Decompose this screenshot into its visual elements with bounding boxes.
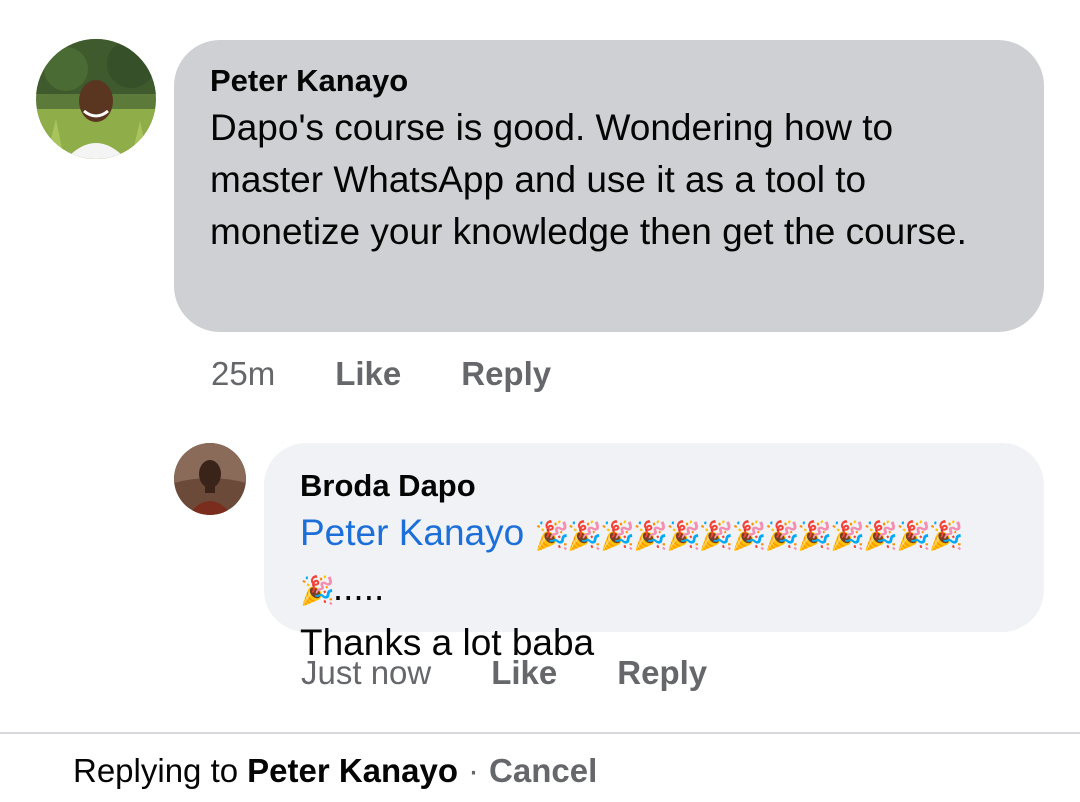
comment-actions: Just now Like Reply xyxy=(301,651,707,695)
separator-dot: · xyxy=(468,752,480,789)
profile-photo-icon xyxy=(36,39,156,159)
cancel-button[interactable]: Cancel xyxy=(489,752,597,790)
like-button[interactable]: Like xyxy=(491,654,557,692)
avatar-broda-dapo[interactable] xyxy=(174,443,246,515)
comment-bubble: Peter Kanayo Dapo's course is good. Wond… xyxy=(174,40,1044,332)
comment-actions: 25m Like Reply xyxy=(211,352,551,396)
comment-timestamp[interactable]: 25m xyxy=(211,355,275,393)
like-button[interactable]: Like xyxy=(335,355,401,393)
reply-bubble: Broda Dapo Peter Kanayo 🎉🎉🎉🎉🎉🎉🎉🎉🎉🎉🎉🎉🎉🎉..… xyxy=(264,443,1044,663)
comment-author[interactable]: Broda Dapo xyxy=(300,465,1008,507)
reply-button[interactable]: Reply xyxy=(461,355,551,393)
mention-link[interactable]: Peter Kanayo xyxy=(300,512,524,553)
comment-author[interactable]: Peter Kanayo xyxy=(210,60,1008,102)
reply-button[interactable]: Reply xyxy=(617,654,707,692)
emoji-trail: ..... xyxy=(332,567,385,608)
comment-timestamp[interactable]: Just now xyxy=(301,654,431,692)
replying-to-label: Replying to xyxy=(73,752,239,789)
replying-to-bar: Replying to Peter Kanayo · Cancel xyxy=(73,748,597,794)
avatar-peter-kanayo[interactable] xyxy=(36,39,156,159)
comment-text: Dapo's course is good. Wondering how to … xyxy=(210,107,967,252)
reply-first-line: Peter Kanayo 🎉🎉🎉🎉🎉🎉🎉🎉🎉🎉🎉🎉🎉🎉..... xyxy=(300,507,1008,617)
profile-photo-icon xyxy=(174,443,246,515)
reply-target-name: Peter Kanayo xyxy=(247,752,459,789)
divider xyxy=(0,732,1080,734)
